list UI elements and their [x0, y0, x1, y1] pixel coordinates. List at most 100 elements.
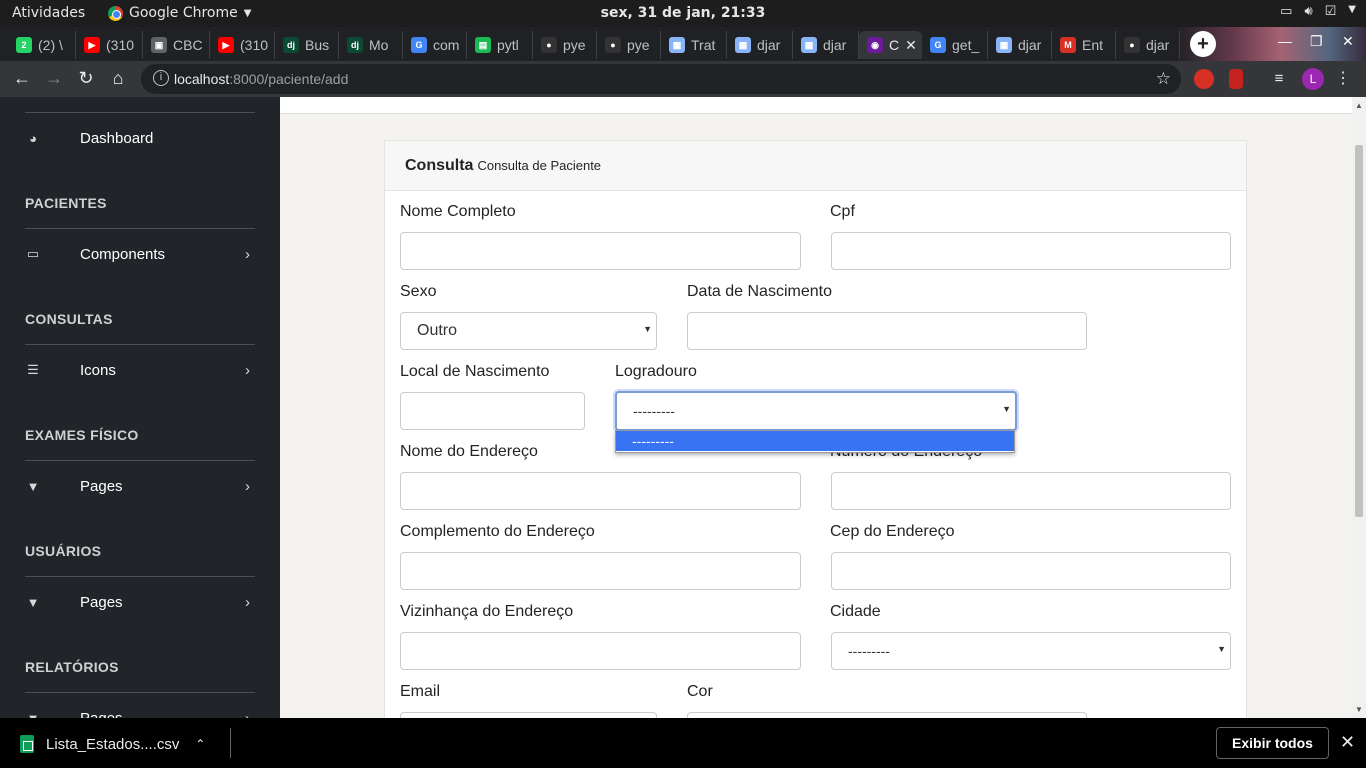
- select-arrow-icon: ▼: [1217, 644, 1226, 654]
- reload-icon[interactable]: ↻: [75, 68, 97, 89]
- tab-label: Trat: [691, 37, 716, 53]
- close-download-bar-icon[interactable]: ✕: [1340, 732, 1355, 753]
- sidebar-section-pacientes: PACIENTES: [25, 195, 107, 211]
- label-sexo: Sexo: [400, 283, 437, 300]
- tab-label: C: [889, 37, 900, 53]
- new-tab-button[interactable]: +: [1190, 31, 1216, 57]
- document-icon: ▣: [151, 37, 167, 53]
- close-tab-icon[interactable]: ✕: [905, 37, 917, 54]
- label-nome-completo: Nome Completo: [400, 203, 516, 220]
- browser-tab[interactable]: ▦ djar: [727, 31, 793, 59]
- browser-tab[interactable]: ● djar: [1116, 31, 1180, 59]
- browser-tab[interactable]: ▤ pytl: [467, 31, 533, 59]
- close-window-icon[interactable]: ✕: [1342, 33, 1354, 50]
- sexo-select[interactable]: Outro ▼: [400, 312, 657, 350]
- tab-label: pye: [563, 37, 586, 53]
- browser-tab[interactable]: M Ent: [1052, 31, 1116, 59]
- card-title: Consulta Consulta de Paciente: [405, 157, 602, 174]
- tab-label: pye: [627, 37, 650, 53]
- browser-tab[interactable]: ▣ CBC: [143, 31, 210, 59]
- extension-icon[interactable]: [1194, 69, 1214, 89]
- tab-label: djar: [757, 37, 781, 53]
- scroll-down-icon[interactable]: ▼: [1355, 705, 1363, 714]
- browser-tab[interactable]: Gcom: [403, 31, 467, 59]
- minimize-icon[interactable]: —: [1278, 33, 1292, 49]
- chevron-up-icon[interactable]: ⌃: [195, 737, 205, 751]
- download-item[interactable]: Lista_Estados....csv ⌃: [20, 735, 205, 753]
- address-bar[interactable]: i localhost:8000/paciente/add ☆: [141, 64, 1181, 94]
- forward-arrow-icon[interactable]: →: [43, 68, 65, 89]
- card-header: Consulta Consulta de Paciente: [385, 141, 1246, 191]
- browser-toolbar: ← → ↻ ⌂ i localhost:8000/paciente/add ☆ …: [0, 61, 1366, 97]
- home-icon[interactable]: ⌂: [107, 68, 129, 89]
- numero-endereco-input[interactable]: [831, 472, 1231, 510]
- nome-completo-input[interactable]: [400, 232, 801, 270]
- sidebar-item-pages[interactable]: ▼ Pages ›: [0, 471, 280, 501]
- browser-tab[interactable]: ● pye: [533, 31, 597, 59]
- browser-tab[interactable]: ▶ (310: [210, 31, 275, 59]
- vizinhanca-endereco-input[interactable]: [400, 632, 801, 670]
- media-controls-icon[interactable]: ≡: [1268, 70, 1290, 87]
- local-nascimento-input[interactable]: [400, 392, 585, 430]
- chrome-icon: [108, 5, 123, 21]
- label-vizinhanca-endereco: Vizinhança do Endereço: [400, 603, 574, 620]
- chevron-right-icon: ›: [245, 709, 250, 719]
- gmail-icon: M: [1060, 37, 1076, 53]
- navbar-strip: [280, 97, 1352, 114]
- power-menu-icon[interactable]: ▼: [1348, 4, 1356, 19]
- url-text[interactable]: localhost:8000/paciente/add: [174, 71, 348, 87]
- activities-button[interactable]: Atividades: [12, 5, 85, 21]
- complemento-endereco-input[interactable]: [400, 552, 801, 590]
- logradouro-select[interactable]: --------- ▼: [615, 391, 1017, 431]
- menu-kebab-icon[interactable]: ⋮: [1332, 68, 1354, 88]
- profile-avatar[interactable]: L: [1302, 68, 1324, 90]
- page-scrollbar[interactable]: ▲ ▼: [1352, 97, 1366, 718]
- sidebar-item-pages[interactable]: ▼ Pages ›: [0, 587, 280, 617]
- browser-tab[interactable]: ▦ djar: [793, 31, 859, 59]
- data-nascimento-input[interactable]: [687, 312, 1087, 350]
- extension-icon[interactable]: [1229, 69, 1243, 89]
- select-arrow-icon: ▼: [1002, 404, 1011, 414]
- cpf-input[interactable]: [831, 232, 1231, 270]
- back-arrow-icon[interactable]: ←: [11, 68, 33, 89]
- browser-tab[interactable]: Gget_: [922, 31, 988, 59]
- browser-tab[interactable]: ▶ (310: [76, 31, 143, 59]
- browser-tab[interactable]: ▦ djar: [988, 31, 1052, 59]
- cidade-select[interactable]: --------- ▼: [831, 632, 1231, 670]
- browser-tab[interactable]: ◉ C ✕: [859, 31, 922, 59]
- chevron-right-icon: ›: [245, 477, 250, 495]
- browser-tab[interactable]: ● pye: [597, 31, 661, 59]
- clipboard-icon[interactable]: ☑: [1325, 4, 1337, 19]
- select-arrow-icon: ▼: [643, 324, 652, 334]
- scrollbar-thumb[interactable]: [1355, 145, 1363, 517]
- dashboard-icon: ◕: [29, 130, 37, 146]
- info-icon[interactable]: i: [153, 70, 169, 86]
- volume-icon[interactable]: 🔊︎: [1304, 4, 1312, 19]
- bookmark-star-icon[interactable]: ☆: [1156, 69, 1171, 89]
- browser-tab[interactable]: dj Bus: [275, 31, 339, 59]
- cep-endereco-input[interactable]: [831, 552, 1231, 590]
- sidebar-item-components[interactable]: ▭ Components ›: [0, 239, 280, 269]
- github-icon: ●: [541, 37, 557, 53]
- filter-icon: ▼: [26, 594, 40, 610]
- sidebar-item-icons[interactable]: ☰ Icons ›: [0, 355, 280, 385]
- nome-endereco-input[interactable]: [400, 472, 801, 510]
- logradouro-option[interactable]: ---------: [616, 431, 1014, 451]
- browser-tab[interactable]: ▦ Trat: [661, 31, 727, 59]
- browser-tab[interactable]: dj Mo: [339, 31, 403, 59]
- laptop-icon: ▭: [26, 246, 40, 261]
- sidebar-item-dashboard[interactable]: ◕ Dashboard: [0, 123, 280, 153]
- google-icon: G: [930, 37, 946, 53]
- maximize-icon[interactable]: ❐: [1310, 33, 1323, 50]
- download-separator: [230, 728, 231, 758]
- show-all-downloads-button[interactable]: Exibir todos: [1216, 727, 1329, 759]
- caret-down-icon: ▼: [243, 7, 252, 19]
- browser-tab[interactable]: 2 (2) \: [8, 31, 76, 59]
- screen-icon[interactable]: ▭: [1280, 4, 1292, 19]
- youtube-icon: ▶: [218, 37, 234, 53]
- scroll-up-icon[interactable]: ▲: [1355, 101, 1363, 110]
- system-tray[interactable]: ▭ 🔊︎ ☑ ▼: [1280, 4, 1356, 19]
- sidebar-item-pages[interactable]: ▼ Pages ›: [0, 703, 280, 719]
- app-menu[interactable]: Google Chrome ▼: [108, 5, 251, 21]
- app-name: Google Chrome: [129, 5, 238, 21]
